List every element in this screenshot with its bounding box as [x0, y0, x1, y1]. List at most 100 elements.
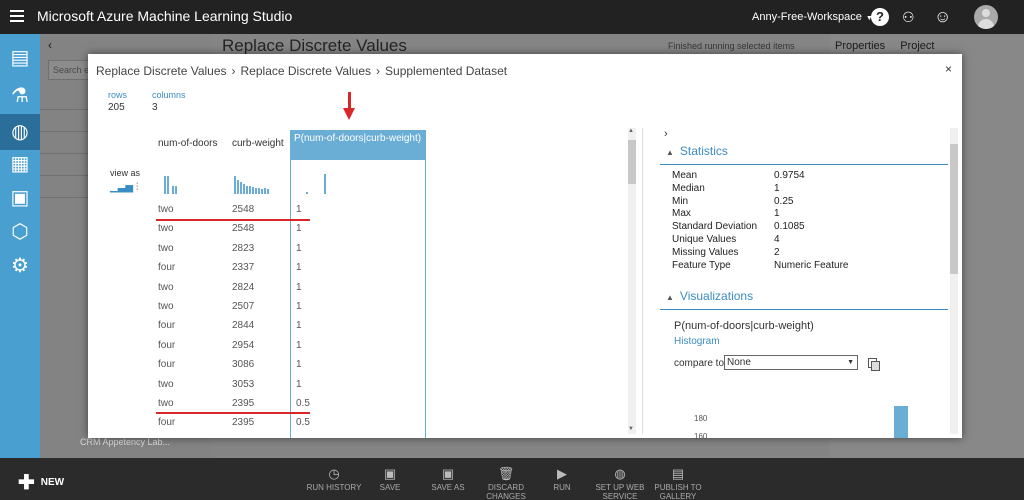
projects-icon[interactable]: ▤ [8, 46, 32, 70]
stat-key: Standard Deviation [672, 221, 758, 233]
table-row[interactable]: four 2954 1 [158, 336, 418, 356]
cell-num-of-doors: two [158, 398, 174, 409]
cell-num-of-doors: four [158, 320, 176, 332]
play-icon: ▶ [557, 466, 567, 481]
table-row[interactable]: two 2395 0.5 [158, 394, 418, 414]
new-label: NEW [40, 477, 65, 489]
datasets-icon[interactable]: ▣ [8, 186, 32, 210]
table-row[interactable]: four 3086 1 [158, 355, 418, 375]
cell-curb-weight: 2548 [232, 223, 255, 235]
visualization-column-name: P(num-of-doors|curb-weight) [674, 320, 814, 332]
help-icon[interactable]: ? [871, 8, 889, 26]
copy-icon[interactable] [868, 358, 880, 371]
notebooks-icon[interactable]: ▦ [8, 152, 32, 176]
mini-histogram[interactable] [234, 172, 270, 194]
command-bar: ✚ NEW ◷ RUN HISTORY ▣ SAVE ▣ SAVE AS 🗑 DISCAR… [0, 458, 1024, 500]
table-row[interactable]: two 2548 1 [158, 200, 418, 220]
new-button[interactable]: ✚ NEW [18, 470, 64, 495]
table-row[interactable]: four 2395 0.5 [158, 413, 418, 433]
cell-probability: 1 [296, 339, 302, 351]
table-row[interactable]: two 3053 1 [158, 375, 418, 395]
view-as-toggle[interactable]: ▁▃▅ ⫶ [110, 182, 138, 193]
cell-probability: 0.5 [296, 398, 310, 409]
dataset-visualize-dialog: × Replace Discrete Values › Replace Discre… [88, 54, 962, 441]
stat-value: 0.1085 [774, 221, 805, 233]
stat-key: Mean [672, 170, 698, 181]
table-row[interactable]: four 2337 1 [158, 258, 418, 278]
left-nav-rail: ▤ ⚗ ◍ ▦ ▣ ⬡ ⚙ [0, 34, 40, 458]
stat-value: 4 [774, 234, 780, 245]
community-icon[interactable]: ⚇ [902, 8, 920, 26]
breadcrumb-item: Supplemented Dataset [385, 64, 508, 78]
settings-gear-icon[interactable]: ⚙ [8, 254, 32, 278]
cell-curb-weight: 3053 [232, 378, 255, 390]
table-row[interactable]: two 2507 1 [158, 297, 418, 317]
table-row[interactable]: two 2824 1 [158, 278, 418, 298]
run-history-label: RUN HISTORY [306, 483, 362, 492]
statistics-header[interactable]: ▲ Statistics [666, 144, 728, 158]
cell-curb-weight: 2823 [232, 242, 255, 254]
top-bar: Microsoft Azure Machine Learning Studio … [0, 0, 1024, 34]
statistics-title: Statistics [679, 144, 728, 158]
web-services-globe-icon[interactable]: ◍ [8, 120, 32, 144]
publish-gallery-button[interactable]: ▤ PUBLISH TO GALLERY [646, 467, 710, 500]
trained-models-cube-icon[interactable]: ⬡ [8, 220, 32, 244]
chevron-right-icon[interactable]: › [664, 128, 668, 140]
scroll-down-icon[interactable]: ▼ [628, 426, 634, 432]
stat-key: Max [672, 208, 691, 220]
cell-num-of-doors: two [158, 242, 174, 254]
hamburger-menu-icon[interactable] [10, 10, 24, 22]
cell-curb-weight: 2824 [232, 281, 255, 293]
save-button[interactable]: ▣ SAVE [358, 467, 422, 493]
breadcrumb-item: Replace Discrete Values [240, 64, 372, 78]
cell-num-of-doors: two [158, 204, 174, 215]
cell-probability: 1 [296, 223, 302, 235]
discard-changes-button[interactable]: 🗑 DISCARD CHANGES [474, 467, 538, 500]
column-header-curb-weight[interactable]: curb-weight [232, 130, 290, 160]
cell-probability: 1 [296, 281, 302, 293]
compare-to-value: None [727, 357, 751, 368]
user-avatar[interactable] [974, 5, 998, 29]
run-button[interactable]: ▶ RUN [530, 466, 594, 493]
trash-icon: 🗑 [497, 466, 515, 481]
column-header-num-of-doors[interactable]: num-of-doors [158, 130, 228, 160]
feedback-smiley-icon[interactable]: ☺ [934, 8, 952, 26]
cell-curb-weight: 2395 [232, 417, 255, 429]
cell-probability: 1 [296, 378, 302, 390]
cell-num-of-doors: four [158, 339, 176, 351]
table-row[interactable]: four 2844 1 [158, 316, 418, 336]
column-header-probability-selected[interactable]: P(num-of-doors|curb-weight) [290, 130, 426, 160]
close-icon[interactable]: × [945, 62, 952, 76]
run-history-button[interactable]: ◷ RUN HISTORY [302, 466, 366, 493]
histogram-link[interactable]: Histogram [674, 336, 720, 347]
table-row[interactable]: two 2823 1 [158, 239, 418, 259]
experiments-flask-icon[interactable]: ⚗ [8, 84, 32, 108]
stat-key: Unique Values [672, 234, 737, 245]
table-row[interactable]: two 2548 1 [158, 219, 418, 239]
compare-to-select[interactable]: None ▼ [724, 355, 858, 370]
workspace-selector[interactable]: Anny-Free-Workspace ▼ [752, 11, 873, 23]
palette-item-crm: CRM Appetency Lab... [80, 437, 171, 447]
gallery-label: PUBLISH TO GALLERY [654, 483, 702, 500]
table-scrollbar-thumb[interactable] [628, 140, 636, 184]
columns-value: 3 [152, 102, 158, 113]
save-as-button[interactable]: ▣ SAVE AS [416, 467, 480, 493]
breadcrumb-item: Replace Discrete Values [96, 64, 227, 78]
clock-icon: ◷ [328, 466, 340, 481]
web-service-label: SET UP WEB SERVICE [595, 483, 645, 500]
mini-histogram[interactable] [164, 172, 184, 194]
panel-divider [642, 128, 643, 434]
setup-web-service-button[interactable]: ◍ SET UP WEB SERVICE [588, 467, 652, 500]
app-title: Microsoft Azure Machine Learning Studio [37, 8, 293, 24]
cell-curb-weight: 2548 [232, 204, 255, 215]
stats-scrollbar-thumb[interactable] [950, 144, 958, 274]
visualizations-header[interactable]: ▲ Visualizations [666, 289, 753, 303]
cell-num-of-doors: two [158, 301, 174, 312]
chevron-right-icon: › [376, 64, 381, 78]
annotation-underline [156, 412, 310, 414]
boxplot-view-icon[interactable]: ⫶ [136, 182, 139, 193]
section-divider [660, 164, 948, 165]
cell-probability: 1 [296, 359, 302, 371]
scroll-up-icon[interactable]: ▲ [628, 128, 634, 134]
histogram-view-icon[interactable]: ▁▃▅ [110, 182, 133, 193]
